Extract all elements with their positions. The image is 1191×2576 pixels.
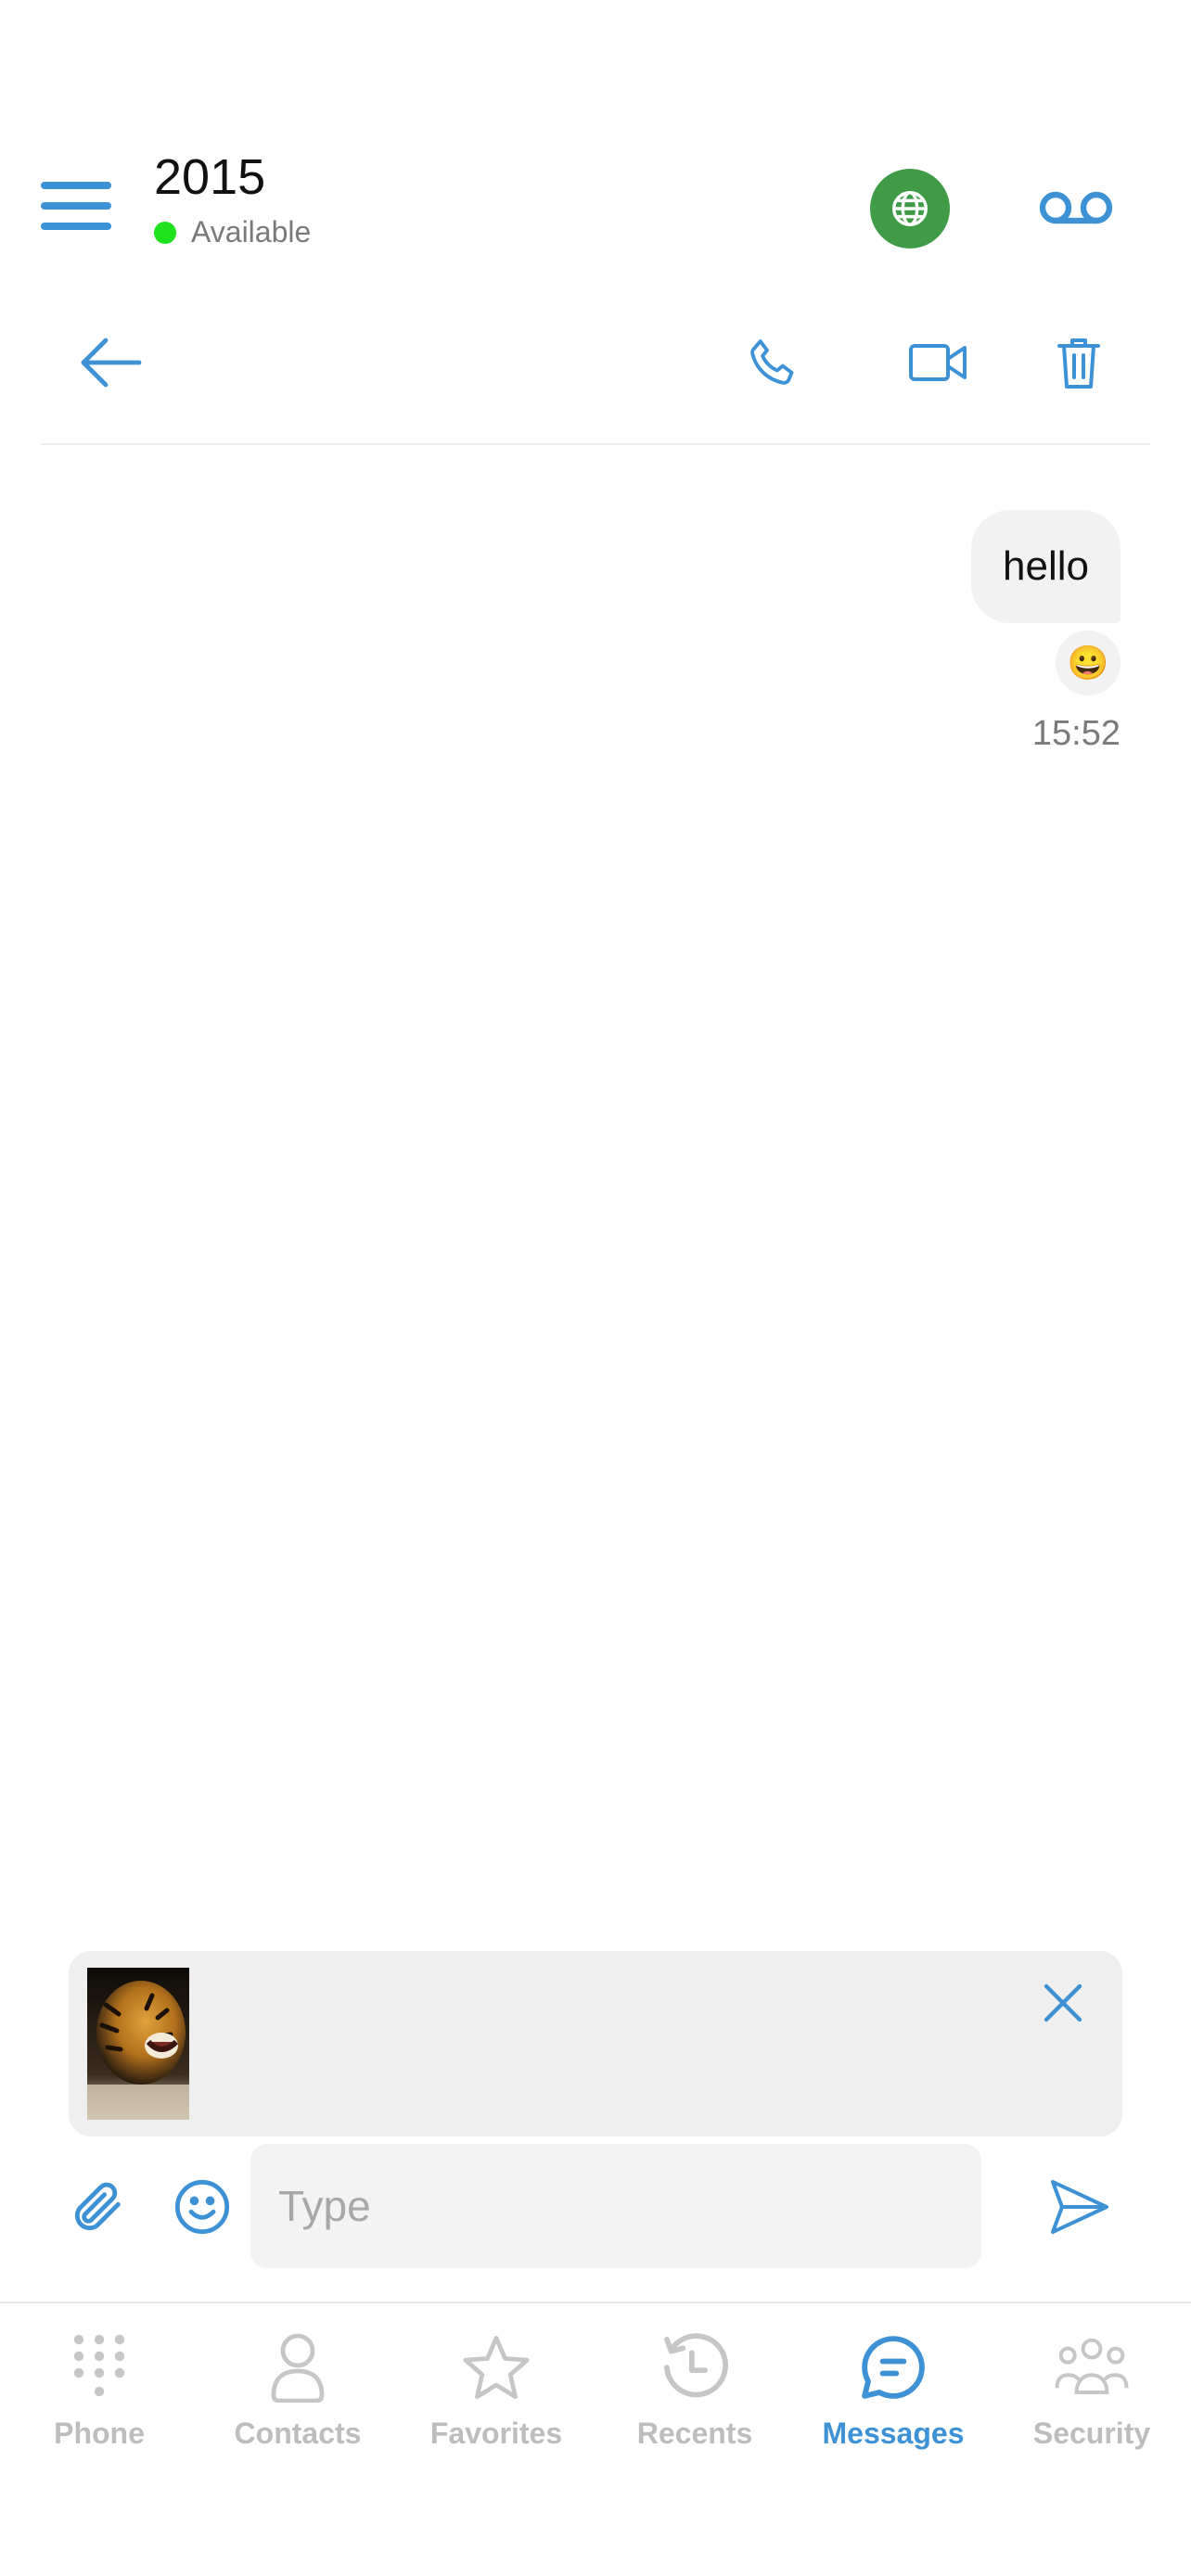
tab-contacts[interactable]: Contacts (198, 2326, 397, 2465)
messaging-app: 2015 Available hello 😀 15:52 Type Phone … (0, 0, 1191, 2576)
message-input[interactable] (250, 2144, 981, 2268)
attach-button[interactable] (61, 2170, 135, 2244)
video-call-button[interactable] (896, 321, 980, 404)
phone-icon (750, 339, 794, 385)
voicemail-button[interactable] (1037, 180, 1115, 236)
message-thread: hello 😀 15:52 (0, 454, 1191, 1938)
hamburger-menu-icon[interactable] (41, 182, 111, 234)
close-icon (1044, 1983, 1082, 2022)
message-text: hello (1003, 543, 1089, 589)
tab-label: Phone (54, 2417, 145, 2450)
compose-bar (0, 2142, 1191, 2272)
tab-messages[interactable]: Messages (794, 2326, 992, 2465)
smiley-icon (174, 2179, 230, 2235)
back-arrow-icon (81, 338, 142, 388)
attachment-preview (69, 1951, 1122, 2136)
tab-recents[interactable]: Recents (596, 2326, 794, 2465)
presence-status[interactable]: Available (154, 215, 311, 249)
paperclip-icon (74, 2182, 121, 2231)
star-icon (463, 2335, 530, 2400)
send-button[interactable] (1043, 2170, 1117, 2244)
tab-label: Messages (822, 2417, 965, 2450)
status-text: Available (191, 215, 312, 249)
dialpad-icon (73, 2334, 125, 2397)
conversation-toolbar (41, 306, 1150, 445)
contact-title: 2015 (154, 149, 266, 205)
tiger-thumbnail[interactable] (87, 1968, 189, 2120)
tiger-photo (87, 1968, 189, 2120)
tab-label: Contacts (234, 2417, 362, 2450)
tab-label: Recents (636, 2417, 753, 2450)
remove-attachment-button[interactable] (1035, 1975, 1091, 2031)
tab-favorites[interactable]: Favorites (397, 2326, 596, 2465)
video-camera-icon (909, 344, 967, 381)
app-header: 2015 Available (0, 139, 1191, 278)
status-dot (154, 221, 176, 244)
call-button[interactable] (731, 321, 814, 404)
globe-button[interactable] (870, 169, 950, 249)
message-timestamp: 15:52 (1031, 714, 1121, 753)
grinning-face-emoji: 😀 (1067, 644, 1109, 682)
tab-label: Favorites (429, 2417, 563, 2450)
emoji-button[interactable] (165, 2170, 239, 2244)
people-group-icon (1055, 2338, 1129, 2394)
history-icon (664, 2333, 729, 2398)
tab-security[interactable]: Security (992, 2326, 1191, 2465)
tab-phone[interactable]: Phone (0, 2326, 198, 2465)
send-icon (1051, 2180, 1108, 2234)
person-icon (271, 2333, 325, 2403)
voicemail-icon (1039, 191, 1113, 224)
delete-conversation-button[interactable] (1037, 321, 1121, 404)
message-bubble[interactable]: hello (971, 510, 1121, 623)
tab-label: Security (1032, 2417, 1151, 2450)
message-reaction[interactable]: 😀 (1056, 631, 1121, 695)
back-button[interactable] (69, 321, 152, 404)
bottom-tab-bar: Phone Contacts Favorites Recents Message… (0, 2302, 1191, 2576)
chat-bubble-icon (862, 2336, 925, 2399)
trash-icon (1057, 338, 1100, 389)
globe-icon (892, 191, 928, 226)
